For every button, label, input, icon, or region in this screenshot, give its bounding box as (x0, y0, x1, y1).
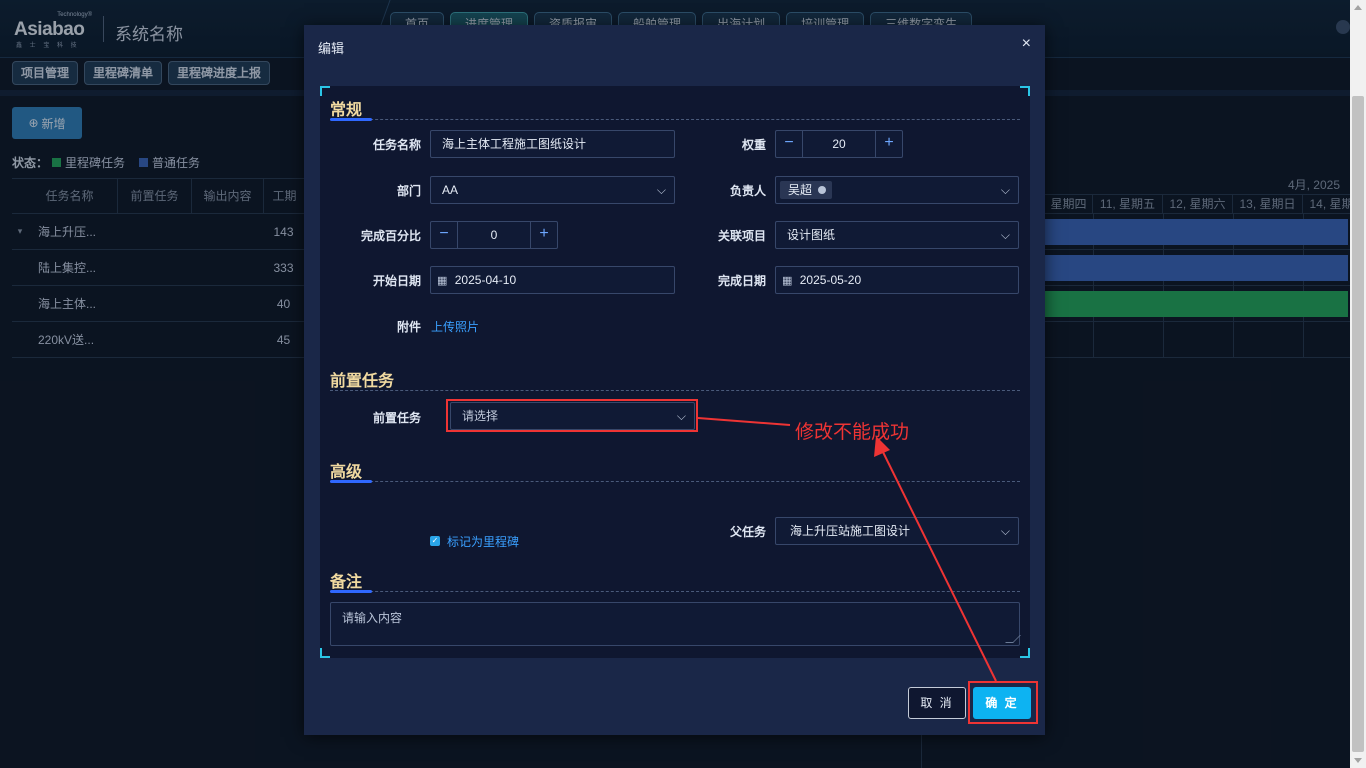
annotation-box-confirm (968, 681, 1038, 724)
resize-grip-icon[interactable] (1005, 635, 1021, 643)
task-name-label: 任务名称 (372, 138, 421, 152)
end-date-label: 完成日期 (717, 274, 766, 288)
chevron-down-icon: ⌵ (656, 183, 666, 197)
page-scrollbar[interactable] (1350, 0, 1366, 768)
end-date-value: 2025-05-20 (799, 273, 862, 287)
weight-label: 权重 (741, 138, 766, 152)
annotation-text: 修改不能成功 (795, 422, 910, 443)
remarks-placeholder: 请输入内容 (342, 611, 403, 625)
percent-decrease-button[interactable]: − (431, 222, 458, 248)
percent-value[interactable]: 0 (458, 222, 530, 248)
corner-decoration (1020, 86, 1030, 96)
corner-decoration (320, 86, 330, 96)
percent-label: 完成百分比 (360, 229, 421, 243)
project-value: 设计图纸 (787, 228, 836, 242)
dept-value: AA (442, 183, 459, 197)
scroll-thumb[interactable] (1352, 96, 1364, 752)
percent-increase-button[interactable]: + (530, 222, 557, 248)
weight-decrease-button[interactable]: − (776, 131, 803, 157)
annotation-box-predecessor (446, 399, 698, 432)
milestone-checkbox[interactable]: ✓ (430, 536, 440, 546)
predecessor-label: 前置任务 (372, 411, 421, 425)
parent-task-label: 父任务 (729, 525, 766, 539)
owner-label: 负责人 (729, 184, 766, 198)
owner-tag: 吴超 (780, 181, 833, 199)
chevron-down-icon: ⌵ (1000, 228, 1010, 242)
task-name-input[interactable]: 海上主体工程施工图纸设计 (430, 130, 675, 158)
dialog-body: 常规 任务名称 海上主体工程施工图纸设计 权重 − 20 + 部门 AA ⌵ 负… (320, 86, 1030, 658)
remarks-textarea[interactable]: 请输入内容 (330, 602, 1021, 646)
section-predecessor-title: 前置任务 (330, 373, 395, 390)
corner-decoration (1020, 648, 1030, 658)
owner-tag-label: 吴超 (788, 183, 813, 197)
dept-select[interactable]: AA ⌵ (430, 176, 675, 204)
corner-decoration (320, 648, 330, 658)
attachment-label: 附件 (396, 320, 421, 334)
start-date-label: 开始日期 (372, 274, 421, 288)
section-underline (330, 480, 372, 483)
calendar-icon: ▦ (437, 275, 448, 287)
weight-increase-button[interactable]: + (875, 131, 902, 157)
scroll-down-arrow-icon[interactable] (1354, 758, 1362, 763)
chevron-down-icon: ⌵ (1000, 524, 1010, 538)
section-general-title: 常规 (330, 102, 363, 119)
section-general: 常规 (330, 96, 1020, 121)
parent-task-value: 海上升压站施工图设计 (790, 524, 911, 538)
section-advanced: 高级 (330, 458, 1020, 483)
dialog-title: 编辑 (318, 41, 345, 56)
dept-label: 部门 (396, 184, 421, 198)
chevron-down-icon: ⌵ (1000, 183, 1010, 197)
parent-task-select[interactable]: 海上升压站施工图设计 ⌵ (775, 517, 1019, 545)
start-date-value: 2025-04-10 (454, 273, 517, 287)
upload-photo-link[interactable]: 上传照片 (431, 318, 479, 335)
cancel-button[interactable]: 取 消 (908, 687, 966, 719)
weight-stepper[interactable]: − 20 + (775, 130, 903, 158)
section-underline (330, 118, 372, 121)
owner-select[interactable]: 吴超 ⌵ (775, 176, 1019, 204)
edit-dialog: 编辑 × 常规 任务名称 海上主体工程施工图纸设计 权重 − 20 + 部门 A… (304, 25, 1045, 735)
section-underline (330, 590, 372, 593)
section-remarks-title: 备注 (330, 574, 363, 591)
milestone-label[interactable]: 标记为里程碑 (447, 533, 519, 550)
project-label: 关联项目 (717, 229, 766, 243)
section-advanced-title: 高级 (330, 464, 363, 481)
start-date-picker[interactable]: ▦ 2025-04-10 (430, 266, 675, 294)
percent-stepper[interactable]: − 0 + (430, 221, 558, 249)
section-predecessor: 前置任务 (330, 367, 1020, 391)
tag-close-icon[interactable] (818, 186, 827, 194)
close-icon[interactable]: × (1022, 35, 1031, 53)
scroll-up-arrow-icon[interactable] (1354, 5, 1362, 10)
weight-value[interactable]: 20 (803, 131, 875, 157)
end-date-picker[interactable]: ▦ 2025-05-20 (775, 266, 1019, 294)
calendar-icon: ▦ (782, 275, 793, 287)
project-select[interactable]: 设计图纸 ⌵ (775, 221, 1019, 249)
section-remarks: 备注 (330, 568, 1020, 593)
